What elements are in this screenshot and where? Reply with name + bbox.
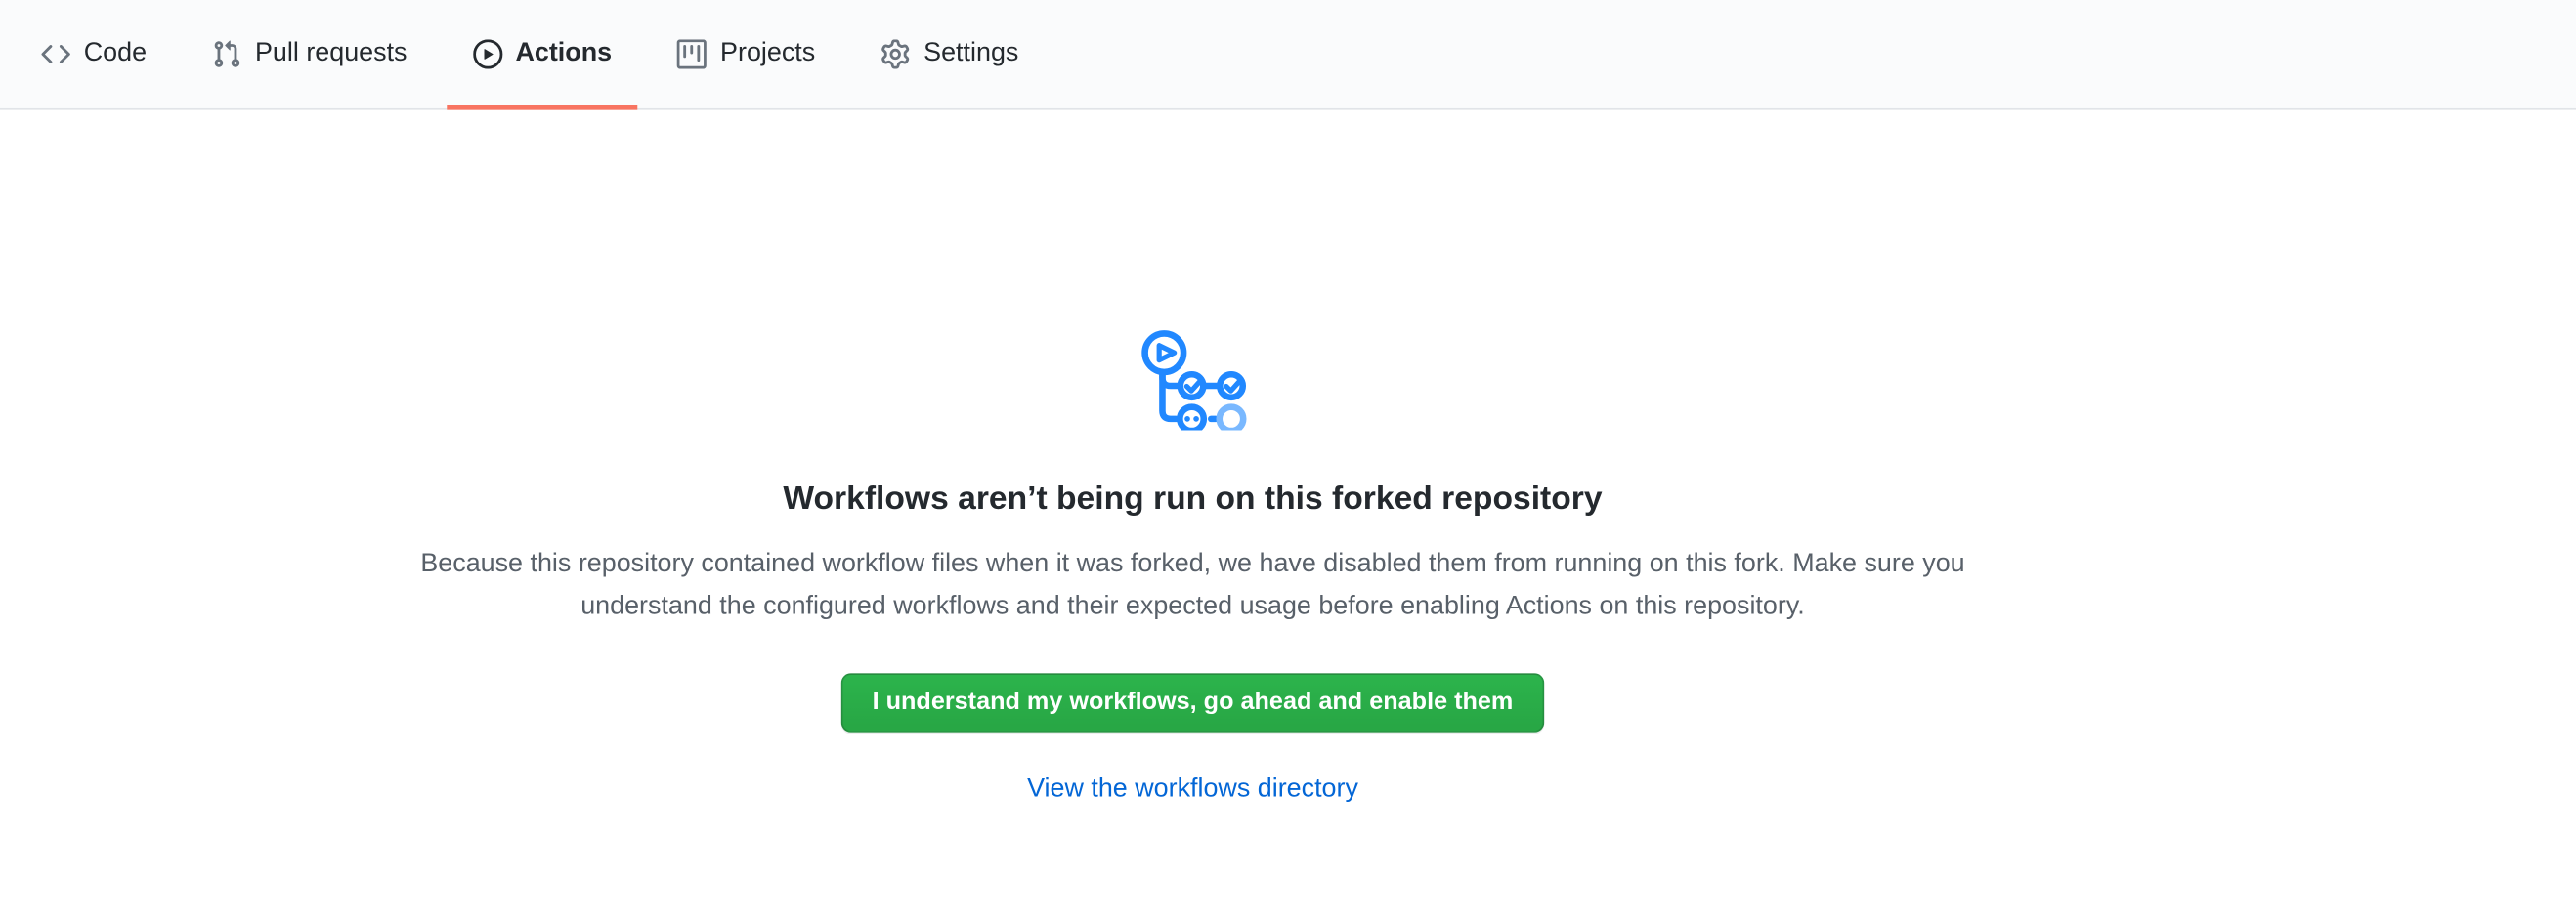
tab-pull-requests[interactable]: Pull requests [186, 0, 433, 108]
code-icon [41, 39, 70, 68]
tab-code-label: Code [84, 39, 147, 68]
tab-settings[interactable]: Settings [855, 0, 1046, 108]
empty-state-description: Because this repository contained workfl… [406, 543, 1980, 627]
page: Code Pull requests Actions Projects Sett [0, 0, 2576, 923]
actions-disabled-empty-state: Workflows aren’t being run on this forke… [364, 327, 2023, 806]
view-workflows-directory-link[interactable]: View the workflows directory [1027, 776, 1358, 805]
tab-projects-label: Projects [720, 39, 815, 68]
play-icon [473, 39, 502, 68]
empty-state-title: Workflows aren’t being run on this forke… [364, 478, 2023, 521]
tab-actions[interactable]: Actions [447, 0, 638, 108]
repo-tab-nav: Code Pull requests Actions Projects Sett [0, 0, 2576, 110]
tab-pull-requests-label: Pull requests [255, 39, 408, 68]
tab-code[interactable]: Code [15, 0, 173, 108]
enable-workflows-button[interactable]: I understand my workflows, go ahead and … [841, 674, 1545, 734]
git-pull-request-icon [212, 39, 241, 68]
tab-actions-label: Actions [515, 39, 612, 68]
workflow-graph-icon [1138, 327, 1247, 431]
project-icon [677, 39, 707, 68]
tab-projects[interactable]: Projects [651, 0, 841, 108]
tab-settings-label: Settings [923, 39, 1018, 68]
gear-icon [880, 39, 910, 68]
